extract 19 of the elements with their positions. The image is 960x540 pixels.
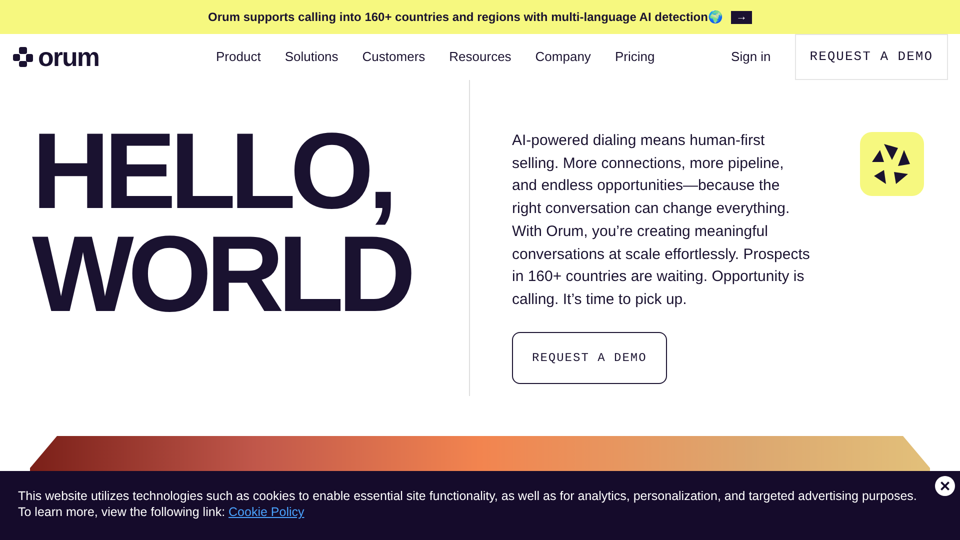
logo-icon <box>860 132 924 196</box>
logo-icon <box>12 46 34 68</box>
hero-description: AI-powered dialing means human-first selling. More connections, more pipeline, and endless opportunities—because the right conversation can change everything. With Orum, you’re creating meaningful conversations at scale effortlessly. Prospects in 160+ countries are waiting. Opportunity is calling. It’s time to pick up. <box>512 131 811 310</box>
close-button[interactable]: × <box>935 476 955 496</box>
announcement-text: Orum supports calling into 160+ countries and regions with multi-language AI detection🌍 <box>208 9 723 26</box>
sign-in-link[interactable]: Sign in <box>731 47 771 67</box>
nav-link[interactable]: Customers <box>362 47 426 67</box>
headline: HELLO, <box>32 120 392 223</box>
request-demo-button[interactable]: REQUEST A DEMO <box>794 34 948 80</box>
nav-link[interactable]: Solutions <box>284 47 338 67</box>
arrow-button[interactable]: → <box>730 10 752 24</box>
cookie-policy-link[interactable]: Cookie Policy <box>228 505 304 519</box>
logo-text[interactable]: orum <box>38 44 99 70</box>
nav-link[interactable]: Product <box>216 47 261 67</box>
nav-link[interactable]: Resources <box>449 47 512 67</box>
nav-link[interactable]: Company <box>535 47 591 67</box>
request-demo-button[interactable]: REQUEST A DEMO <box>512 332 667 384</box>
cookie-notice: This website utilizes technologies such as cookies to enable essential site functionality, as well as for analytics, personalization, and targeted advertising purposes. To learn more, view the following link: Cookie Policy <box>18 488 918 520</box>
nav-link[interactable]: Pricing <box>614 47 655 67</box>
